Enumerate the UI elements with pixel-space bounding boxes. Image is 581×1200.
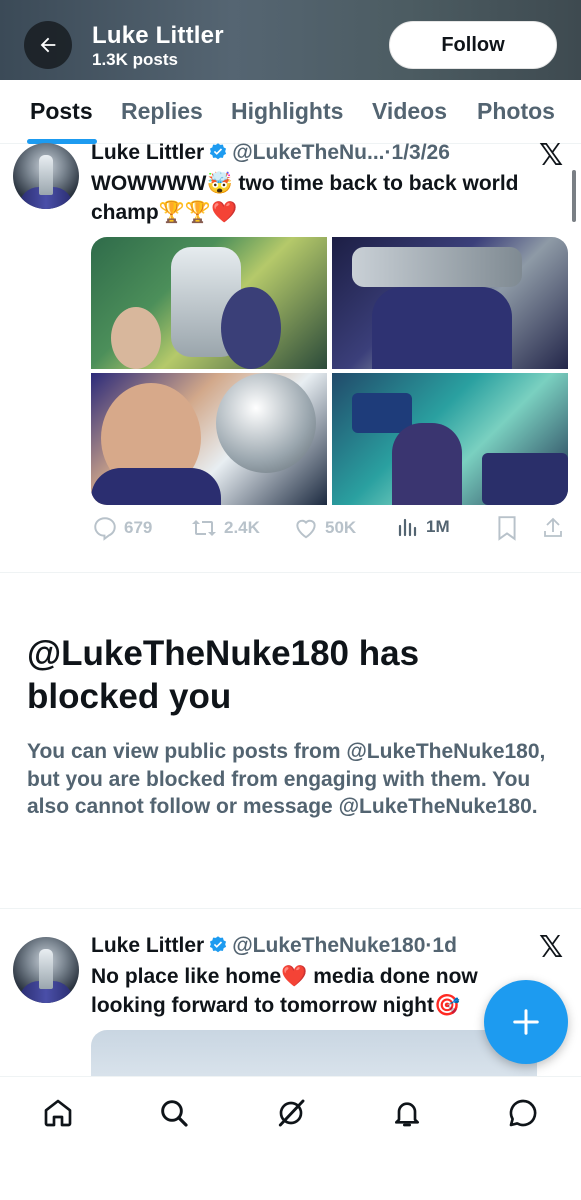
nav-home[interactable] (40, 1095, 76, 1131)
profile-header: Luke Littler 1.3K posts Follow (0, 0, 581, 80)
notifications-icon (395, 1102, 419, 1127)
bookmark-button[interactable] (496, 515, 518, 541)
post-header: Luke Littler @LukeTheNuke180·1d (91, 934, 457, 958)
x-logo-icon: 𝕏 (539, 930, 564, 965)
like-count: 50K (325, 518, 357, 537)
post-text: No place like home❤️ media done now look… (91, 962, 478, 1020)
views-button[interactable]: 1M (396, 515, 450, 539)
post-text-line: No place like home❤️ media done now (91, 965, 478, 988)
scrollbar[interactable] (572, 170, 576, 222)
avatar[interactable] (13, 143, 79, 209)
nav-grok[interactable] (273, 1095, 309, 1131)
tab-videos[interactable]: Videos (372, 98, 447, 125)
post-media-grid (91, 237, 568, 505)
reply-icon (94, 517, 116, 541)
compose-button[interactable] (484, 980, 568, 1064)
post-text-line: looking forward to tomorrow night🎯 (91, 994, 461, 1017)
post-text: WOWWWW🤯 two time back to back world cham… (91, 169, 518, 227)
nav-notifications[interactable] (389, 1095, 425, 1131)
bookmark-icon (498, 516, 516, 541)
avatar[interactable] (13, 937, 79, 1003)
post-author-handle[interactable]: @LukeTheNu... (232, 141, 384, 164)
heart-icon (296, 519, 316, 539)
verified-badge-icon (210, 143, 227, 160)
post-author-name[interactable]: Luke Littler (91, 934, 204, 957)
reply-button[interactable]: 679 (92, 515, 152, 541)
post-date[interactable]: 1/3/26 (392, 141, 450, 164)
grok-icon (278, 1099, 305, 1127)
post-text-line: champ🏆🏆❤️ (91, 201, 238, 224)
post-photo[interactable] (332, 373, 568, 505)
verified-badge-icon (210, 936, 227, 953)
header-post-count: 1.3K posts (92, 50, 178, 69)
follow-button[interactable]: Follow (389, 21, 557, 69)
post-text-line: WOWWWW🤯 two time back to back world (91, 172, 519, 195)
post-photo[interactable] (332, 237, 568, 369)
tab-posts[interactable]: Posts (30, 98, 93, 125)
post-dot-separator: · (384, 141, 392, 164)
like-button[interactable]: 50K (293, 515, 356, 541)
repost-count: 2.4K (224, 518, 260, 537)
repost-button[interactable]: 2.4K (190, 515, 260, 541)
blocked-title: @LukeTheNuke180 has blocked you (27, 634, 420, 716)
plus-icon (513, 1009, 539, 1035)
reply-count: 679 (124, 518, 153, 537)
post-header: Luke Littler @LukeTheNu...·1/3/26 (91, 141, 450, 165)
nav-messages[interactable] (505, 1095, 541, 1131)
repost-icon (192, 520, 216, 536)
nav-search[interactable] (156, 1095, 192, 1131)
x-logo-icon: 𝕏 (539, 138, 564, 173)
post-author-name[interactable]: Luke Littler (91, 141, 204, 164)
back-arrow-icon (40, 37, 56, 53)
post-date[interactable]: 1d (432, 934, 457, 957)
divider (0, 908, 581, 909)
post-actions: 679 2.4K 50K 1M (0, 515, 581, 545)
view-count: 1M (426, 517, 450, 536)
views-chart-icon (398, 518, 417, 537)
messages-icon (509, 1099, 537, 1127)
share-button[interactable] (541, 515, 565, 541)
post-author-handle[interactable]: @LukeTheNuke180 (232, 934, 425, 957)
share-icon (544, 517, 562, 537)
home-icon (44, 1099, 72, 1127)
blocked-description: You can view public posts from @LukeTheN… (27, 740, 546, 818)
bottom-navigation (0, 1076, 581, 1200)
back-button[interactable] (24, 21, 72, 69)
divider (0, 572, 581, 573)
search-icon (161, 1100, 188, 1127)
post-photo[interactable] (91, 373, 327, 505)
post-photo[interactable] (91, 237, 327, 369)
tab-replies[interactable]: Replies (121, 98, 203, 125)
profile-tabs: Posts Replies Highlights Videos Photos (0, 80, 581, 144)
header-name: Luke Littler (92, 22, 224, 49)
tab-highlights[interactable]: Highlights (231, 98, 343, 125)
tab-photos[interactable]: Photos (477, 98, 555, 125)
